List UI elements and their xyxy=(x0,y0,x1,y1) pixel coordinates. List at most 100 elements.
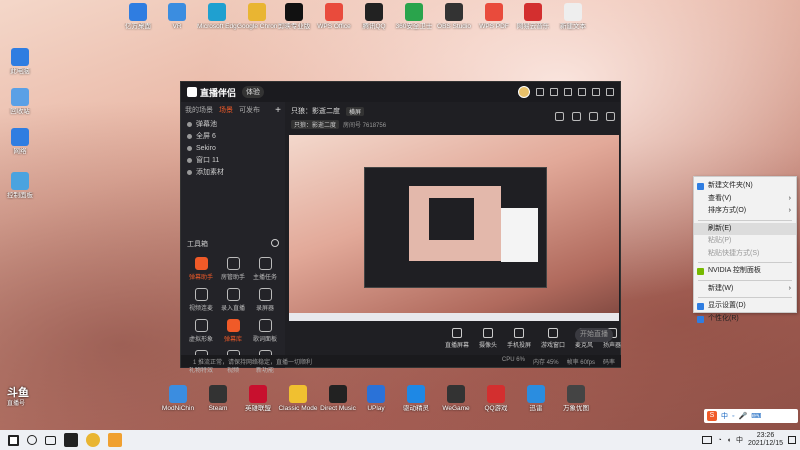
scene-item[interactable]: 全屏 6 xyxy=(181,130,285,142)
sogou-icon[interactable]: S xyxy=(707,411,717,421)
tab-publishable[interactable]: 可发布 xyxy=(239,105,260,115)
desktop-icon-top-0[interactable]: 亿方桌面 xyxy=(118,3,158,31)
scene-item[interactable]: Sekiro xyxy=(181,142,285,154)
tool-item[interactable]: 弹幕库 xyxy=(217,319,249,343)
source-button[interactable]: 游戏窗口 xyxy=(541,327,565,349)
context-menu-item[interactable]: 查看(V) › xyxy=(694,193,796,206)
close-button[interactable] xyxy=(606,88,614,96)
tool-item[interactable]: 录入直播 xyxy=(217,288,249,312)
start-live-button[interactable]: 开始直播 xyxy=(575,328,613,342)
task-view-icon[interactable] xyxy=(45,435,56,445)
shop-icon[interactable] xyxy=(555,112,564,121)
tab-scenes[interactable]: 场景 xyxy=(219,105,233,115)
scene-item[interactable]: 窗口 11 xyxy=(181,154,285,166)
tool-item[interactable]: 录屏器 xyxy=(249,288,281,312)
desktop-icon-bottom-5[interactable]: UPlay xyxy=(356,385,396,413)
windows-start-icon[interactable] xyxy=(8,434,19,446)
more-icon[interactable] xyxy=(606,112,615,121)
context-menu-item[interactable]: NVIDIA 控制面板 xyxy=(694,265,796,278)
message-icon[interactable] xyxy=(536,88,544,96)
desktop-icon-bottom-7[interactable]: WeGame xyxy=(436,385,476,413)
desktop-icon-top-10[interactable]: 网易云音乐 xyxy=(513,3,553,31)
toolbox-settings-icon[interactable] xyxy=(271,239,279,247)
app-titlebar[interactable]: 直播伴侣 体验 xyxy=(181,82,620,102)
desktop-icon-top-3[interactable]: Google Chrome xyxy=(237,3,277,31)
desktop-icon-bottom-2[interactable]: 英雄联盟 xyxy=(238,385,278,413)
desktop-icon-top-11[interactable]: 新建文本 xyxy=(553,3,593,31)
source-button[interactable]: 直播屏幕 xyxy=(445,327,469,349)
desktop-icon-top-5[interactable]: WPS Office xyxy=(314,3,354,31)
ime-tray[interactable]: 中 xyxy=(736,435,743,445)
eye-icon[interactable] xyxy=(187,133,192,139)
context-menu-item[interactable]: 个性化(R) xyxy=(694,313,796,326)
settings-icon[interactable] xyxy=(564,88,572,96)
context-menu-item[interactable]: 刷新(E) xyxy=(694,222,796,235)
context-menu-item[interactable]: 排序方式(O) › xyxy=(694,205,796,218)
punctuation-icon[interactable]: ◦ xyxy=(732,413,734,420)
clock[interactable]: 23:26 2021/12/15 xyxy=(748,432,783,448)
context-menu-item[interactable]: 新建(W) › xyxy=(694,283,796,296)
ime-mode[interactable]: 中 xyxy=(721,411,728,421)
desktop-icon-bottom-6[interactable]: 驱动精灵 xyxy=(396,385,436,413)
source-button[interactable]: 手机投屏 xyxy=(507,327,531,349)
desktop-icon-top-1[interactable]: VR xyxy=(157,3,197,31)
stream-preview[interactable] xyxy=(289,135,619,321)
minimize-button[interactable] xyxy=(578,88,586,96)
tab-my-scenes[interactable]: 我的场景 xyxy=(185,105,213,115)
add-scene-button[interactable]: + xyxy=(275,105,281,116)
tool-item[interactable]: 房管助手 xyxy=(217,257,249,281)
context-menu-item[interactable]: 新建文件夹(N) xyxy=(694,180,796,193)
desktop-icon-bottom-10[interactable]: 万象优图 xyxy=(556,385,596,413)
wifi-icon[interactable]: ◔ xyxy=(717,437,721,444)
desktop-icon-bottom-0[interactable]: ModNiChin xyxy=(158,385,198,413)
desktop-icon-bottom-4[interactable]: Direct Music xyxy=(318,385,358,413)
tool-item[interactable]: 虚拟形象 xyxy=(185,319,217,343)
tool-item[interactable]: 视频连麦 xyxy=(185,288,217,312)
taskbar-app-icon[interactable] xyxy=(64,433,78,447)
desktop-icon-top-2[interactable]: Microsoft Edge xyxy=(197,3,237,31)
source-button[interactable]: 摄像头 xyxy=(479,327,497,349)
avatar[interactable] xyxy=(518,86,530,98)
desktop-icon-left-0[interactable]: 此电脑 xyxy=(0,48,40,76)
live-companion-window[interactable]: 直播伴侣 体验 我的场景 场景 可发布 + 弹幕池 全屏 6 Sekiro 窗口 11… xyxy=(180,81,621,374)
keyboard-icon[interactable]: ⌨ xyxy=(751,412,761,420)
bell-icon[interactable] xyxy=(589,112,598,121)
scene-item[interactable]: 弹幕池 xyxy=(181,118,285,130)
desktop-icon-bottom-3[interactable]: Classic Mode xyxy=(278,385,318,413)
desktop-icon-bottom-1[interactable]: Steam xyxy=(198,385,238,413)
mic-icon[interactable]: 🎤 xyxy=(738,412,747,420)
eye-icon[interactable] xyxy=(187,157,192,163)
desktop-icon-top-4[interactable]: 剪映专业版 xyxy=(274,3,314,31)
desktop-icon-top-7[interactable]: 360安全卫士 xyxy=(394,3,434,31)
desktop-icon-bottom-9[interactable]: 迅雷 xyxy=(516,385,556,413)
version-badge[interactable]: 体验 xyxy=(242,86,265,98)
desktop-icon-left-1[interactable]: 回收站 xyxy=(0,88,40,116)
maximize-button[interactable] xyxy=(592,88,600,96)
eye-icon[interactable] xyxy=(187,145,192,151)
gift-icon[interactable] xyxy=(572,112,581,121)
volume-icon[interactable]: ◖ xyxy=(727,437,731,444)
douyu-icon[interactable] xyxy=(108,433,122,447)
skin-icon[interactable] xyxy=(550,88,558,96)
desktop-icon-left-2[interactable]: 网络 xyxy=(0,128,40,156)
context-menu-item[interactable]: 显示设置(D) xyxy=(694,300,796,313)
tray-app-icon[interactable] xyxy=(702,436,713,444)
tool-item[interactable]: 主播任务 xyxy=(249,257,281,281)
eye-icon[interactable] xyxy=(187,121,192,127)
tool-item[interactable]: 歌词面板 xyxy=(249,319,281,343)
desktop-icon-top-9[interactable]: WPS PDF xyxy=(474,3,514,31)
desktop-icon-top-8[interactable]: OBS Studio xyxy=(434,3,474,31)
scene-item[interactable]: 添加素材 xyxy=(181,166,285,178)
ime-toolbar[interactable]: S 中 ◦ 🎤 ⌨ xyxy=(704,409,798,423)
category-chip[interactable]: 只狼：影逝二度 xyxy=(291,120,340,129)
tool-item[interactable]: 弹幕助手 xyxy=(185,257,217,281)
chrome-icon[interactable] xyxy=(86,433,100,447)
desktop-icon-bottom-8[interactable]: QQ游戏 xyxy=(476,385,516,413)
desktop-icon-left-3[interactable]: 控制面板 xyxy=(0,172,40,200)
desktop-icon-top-6[interactable]: 腾讯QQ xyxy=(354,3,394,31)
search-icon[interactable] xyxy=(27,435,37,445)
eye-icon[interactable] xyxy=(187,169,192,175)
stream-title[interactable]: 只狼：影逝二度 xyxy=(291,106,340,116)
notification-icon[interactable] xyxy=(788,436,796,444)
stream-mode[interactable]: 横屏 xyxy=(346,106,365,116)
